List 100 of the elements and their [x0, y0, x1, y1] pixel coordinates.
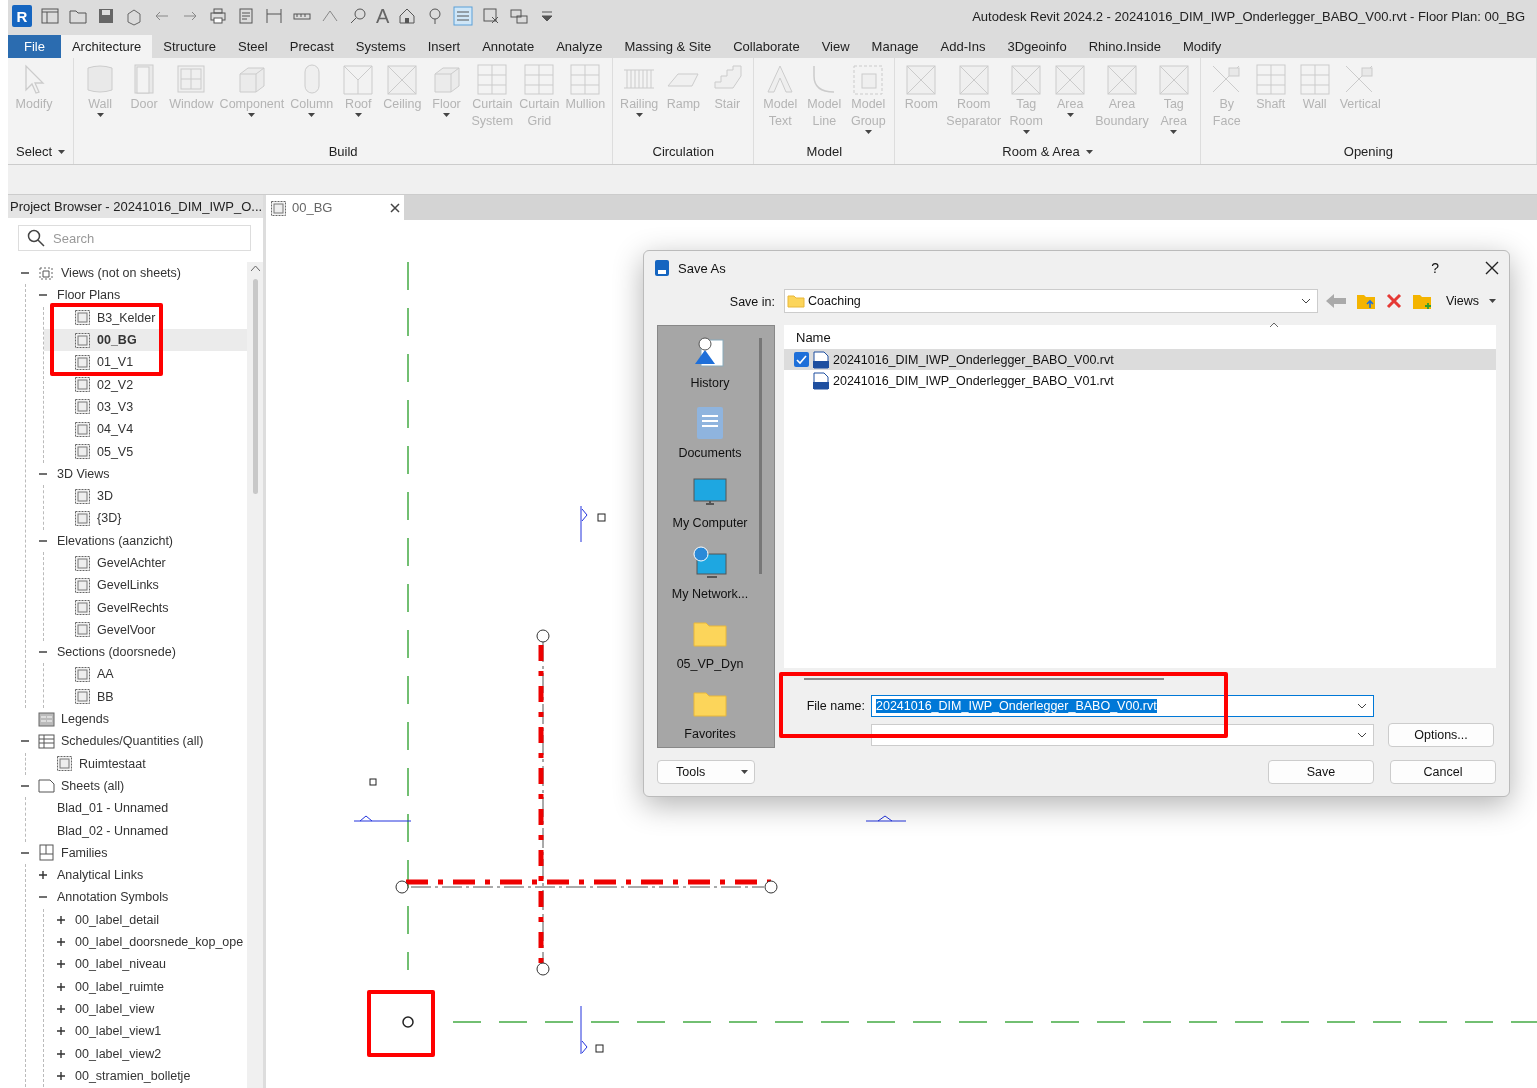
tree-item[interactable]: Ruimtestaat	[38, 752, 247, 775]
tree-item[interactable]: Sheets (all)	[20, 774, 247, 798]
column-header[interactable]: Name	[796, 329, 831, 345]
tree-item[interactable]: {3D}	[56, 507, 247, 530]
tree-item[interactable]: 00_label_view1	[56, 1020, 247, 1043]
tree-item[interactable]: Blad_02 - Unnamed	[38, 819, 247, 842]
tree-item[interactable]: 04_V4	[56, 418, 247, 441]
tree-item[interactable]: 3D Views	[38, 462, 247, 485]
panel-title[interactable]: Room & Area	[1002, 144, 1080, 159]
save-button[interactable]: Save	[1268, 760, 1374, 784]
tree-item[interactable]: 03_V3	[56, 395, 247, 419]
window-icon[interactable]	[40, 6, 60, 26]
checkbox-icon[interactable]	[794, 352, 809, 367]
tree-item[interactable]: 00_stramien_bolletje	[56, 1064, 247, 1087]
scroll-up-icon[interactable]	[250, 266, 260, 271]
switch-windows-icon[interactable]	[509, 6, 530, 26]
ribbon-tab[interactable]: Insert	[416, 35, 472, 58]
tree-item[interactable]: 00_label_niveau	[56, 953, 247, 976]
tree-item[interactable]: 00_label_view	[56, 997, 247, 1021]
tree-item[interactable]: 00_BG	[44, 328, 247, 352]
place-item[interactable]: Documents	[678, 396, 754, 467]
expand-icon[interactable]	[56, 914, 66, 925]
expand-icon[interactable]	[56, 937, 66, 948]
file-name-field[interactable]: 20241016_DIM_IWP_Onderlegger_BABO_V00.rvt	[871, 695, 1374, 717]
ribbon-tab[interactable]: View	[810, 35, 861, 58]
ribbon-tab[interactable]: 3Dgeoinfo	[996, 35, 1078, 58]
file-tab[interactable]: File	[8, 35, 61, 58]
ribbon-tab[interactable]: Modify	[1171, 35, 1233, 58]
ribbon-tab[interactable]: Add-Ins	[929, 35, 997, 58]
place-item[interactable]: 05_VP_Dyn	[676, 606, 756, 677]
home-icon[interactable]	[397, 6, 418, 26]
ribbon-tab[interactable]: Manage	[860, 35, 930, 58]
tree-item[interactable]: Views (not on sheets)	[20, 262, 247, 285]
tree-item[interactable]: GevelRechts	[56, 596, 247, 619]
new-folder-icon[interactable]	[1411, 292, 1432, 310]
file-row[interactable]: 20241016_DIM_IWP_Onderlegger_BABO_V01.rvt	[784, 370, 1496, 391]
options-button[interactable]: Options...	[1388, 723, 1494, 747]
ribbon-tab[interactable]: Massing & Site	[613, 35, 723, 58]
views-menu[interactable]: Views	[1445, 294, 1496, 308]
tree-item[interactable]: GevelLinks	[56, 574, 247, 597]
panel-title[interactable]: Select	[16, 144, 53, 159]
tree-item[interactable]: GevelAchter	[56, 551, 247, 575]
file-row[interactable]: 20241016_DIM_IWP_Onderlegger_BABO_V00.rvt	[784, 349, 1496, 370]
tree-item[interactable]: 05_V5	[56, 440, 247, 463]
place-item[interactable]: History	[690, 326, 742, 397]
ribbon-tab[interactable]: Precast	[278, 35, 345, 58]
close-icon[interactable]	[1485, 261, 1499, 275]
delete-icon[interactable]	[1385, 293, 1402, 309]
tree-item[interactable]: 00_label_view2	[56, 1042, 247, 1065]
ribbon-tab[interactable]: Annotate	[471, 35, 546, 58]
tree-item[interactable]: 01_V1	[56, 351, 247, 374]
tree-item[interactable]: AA	[56, 663, 247, 686]
tree-item[interactable]: GevelVoor	[56, 618, 247, 642]
place-item[interactable]: Favorites	[684, 676, 748, 747]
place-item[interactable]: My Computer	[672, 466, 760, 537]
ribbon-tab[interactable]: Collaborate	[722, 35, 811, 58]
tree-item[interactable]: 02_V2	[56, 373, 247, 396]
tree-item[interactable]: 3D	[56, 484, 247, 508]
scrollbar-thumb[interactable]	[252, 279, 258, 494]
tree-item[interactable]: Floor Plans	[38, 284, 247, 307]
expand-icon[interactable]	[56, 1070, 66, 1081]
tools-button[interactable]: Tools	[657, 760, 755, 784]
text-tool[interactable]: A	[376, 4, 390, 28]
print-icon[interactable]	[208, 6, 228, 26]
help-button[interactable]: ?	[1431, 260, 1439, 276]
ribbon-tab[interactable]: Systems	[344, 35, 417, 58]
expand-icon[interactable]	[38, 870, 48, 881]
tree-item[interactable]: Families	[20, 841, 247, 864]
expand-icon[interactable]	[56, 1026, 66, 1037]
ribbon-tab[interactable]: Steel	[227, 35, 279, 58]
tree-item[interactable]: 00_label_ruimte	[56, 975, 247, 998]
tree-item[interactable]: BB	[56, 685, 247, 708]
tree-item[interactable]: Schedules/Quantities (all)	[20, 730, 247, 753]
expand-icon[interactable]	[56, 1048, 66, 1059]
app-logo[interactable]: R	[12, 5, 32, 27]
folder-dropdown[interactable]: Coaching	[784, 289, 1318, 313]
tree-item[interactable]: Analytical Links	[38, 864, 247, 887]
folder-up-icon[interactable]	[1355, 292, 1376, 310]
tree-item[interactable]: 00_label_detail	[56, 908, 247, 931]
tree-item[interactable]: B3_Kelder	[56, 306, 247, 329]
scrollbar-thumb[interactable]	[759, 338, 762, 574]
ribbon-tab[interactable]: Rhino.Inside	[1077, 35, 1172, 58]
tree-item[interactable]: Blad_01 - Unnamed	[38, 797, 247, 820]
tree-item[interactable]: Elevations (aanzicht)	[38, 529, 247, 552]
tree-item[interactable]: Sections (doorsnede)	[38, 641, 247, 664]
sort-icon[interactable]	[1269, 322, 1279, 328]
expand-icon[interactable]	[56, 959, 66, 970]
tree-item[interactable]: Annotation Symbols	[38, 886, 247, 909]
ribbon-tab[interactable]: Analyze	[545, 35, 614, 58]
ribbon-tab[interactable]: Structure	[152, 35, 228, 58]
ribbon-tab[interactable]: Architecture	[60, 35, 153, 58]
tree-item[interactable]: 00_label_doorsnede_kop_ope	[56, 930, 247, 954]
cancel-button[interactable]: Cancel	[1390, 760, 1496, 784]
place-item[interactable]: My Network...	[671, 536, 761, 607]
document-tab[interactable]: 00_BG	[266, 195, 404, 220]
expand-icon[interactable]	[56, 981, 66, 992]
close-icon[interactable]	[390, 202, 400, 213]
expand-icon[interactable]	[56, 1003, 66, 1014]
tree-item[interactable]: Legends	[20, 707, 247, 731]
save-icon[interactable]	[96, 6, 116, 26]
